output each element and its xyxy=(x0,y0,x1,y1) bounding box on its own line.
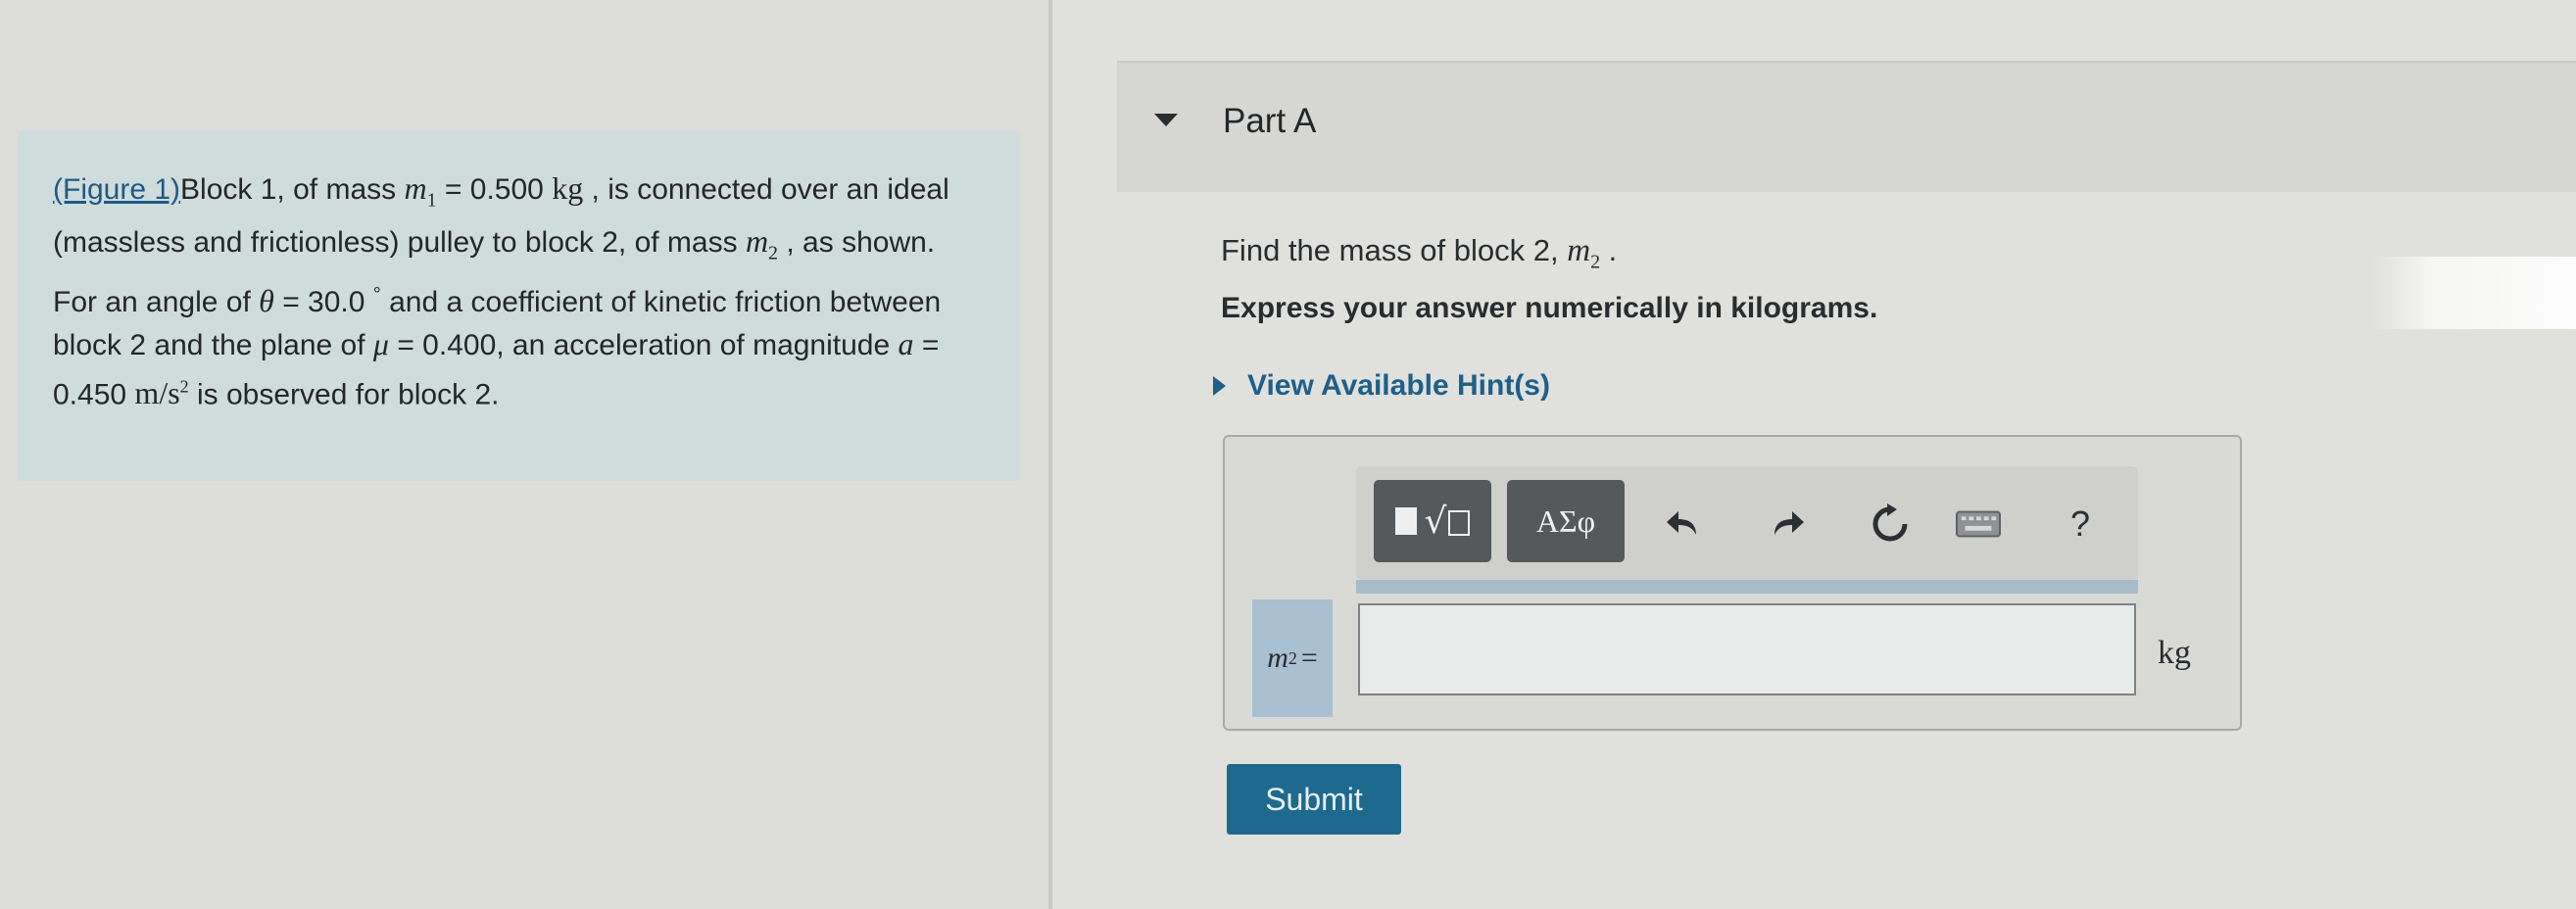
reset-icon[interactable] xyxy=(1868,502,1913,547)
templates-icon xyxy=(1394,507,1417,535)
question-text: Find the mass of block 2, m2 . xyxy=(1221,233,1618,273)
sqrt-icon: √ xyxy=(1425,502,1471,542)
unit-label: kg xyxy=(2158,635,2191,671)
degree-symbol: ° xyxy=(372,283,381,306)
instruction-text: Express your answer numerically in kilog… xyxy=(1221,292,1878,324)
question-m2-symbol: m2 xyxy=(1567,233,1601,273)
caret-down-icon[interactable] xyxy=(1154,114,1178,126)
theta-symbol: θ xyxy=(259,282,274,318)
part-header[interactable] xyxy=(1117,61,2576,192)
problem-statement: (Figure 1)Block 1, of mass m1 = 0.500 kg… xyxy=(18,130,1019,481)
math-toolbar: √ ΑΣφ ? xyxy=(1356,466,2138,580)
problem-text: is observed for block 2. xyxy=(188,378,500,411)
answer-input[interactable] xyxy=(1358,603,2136,695)
input-focus-strip xyxy=(1356,580,2138,594)
part-title[interactable]: Part A xyxy=(1223,102,1316,141)
unit-kg: kg xyxy=(552,170,584,206)
variable-label: m 2 = xyxy=(1252,599,1333,717)
figure-link[interactable]: (Figure 1) xyxy=(53,173,180,206)
mu-symbol: μ xyxy=(372,325,389,361)
problem-text: Block 1, of mass xyxy=(180,173,405,206)
screen-glare xyxy=(2371,257,2576,329)
accel-unit: m/s2 xyxy=(134,375,189,411)
m2-symbol: m2 xyxy=(745,223,779,264)
submit-button[interactable]: Submit xyxy=(1227,764,1401,835)
undo-icon[interactable] xyxy=(1660,502,1705,547)
problem-text: = 0.400, an acceleration of magnitude xyxy=(388,328,899,361)
caret-right-icon xyxy=(1213,376,1226,396)
templates-button[interactable]: √ xyxy=(1374,480,1491,562)
problem-text: = 30.0 xyxy=(273,285,373,318)
problem-text: = 0.500 xyxy=(436,173,553,206)
m1-symbol: m1 xyxy=(404,170,437,212)
view-hints-link[interactable]: View Available Hint(s) xyxy=(1213,366,1550,406)
hint-label[interactable]: View Available Hint(s) xyxy=(1247,369,1550,403)
help-icon[interactable]: ? xyxy=(2058,502,2103,547)
redo-icon[interactable] xyxy=(1766,502,1811,547)
symbols-button[interactable]: ΑΣφ xyxy=(1507,480,1625,562)
keyboard-icon[interactable] xyxy=(1956,502,2001,547)
a-symbol: a xyxy=(898,325,914,361)
